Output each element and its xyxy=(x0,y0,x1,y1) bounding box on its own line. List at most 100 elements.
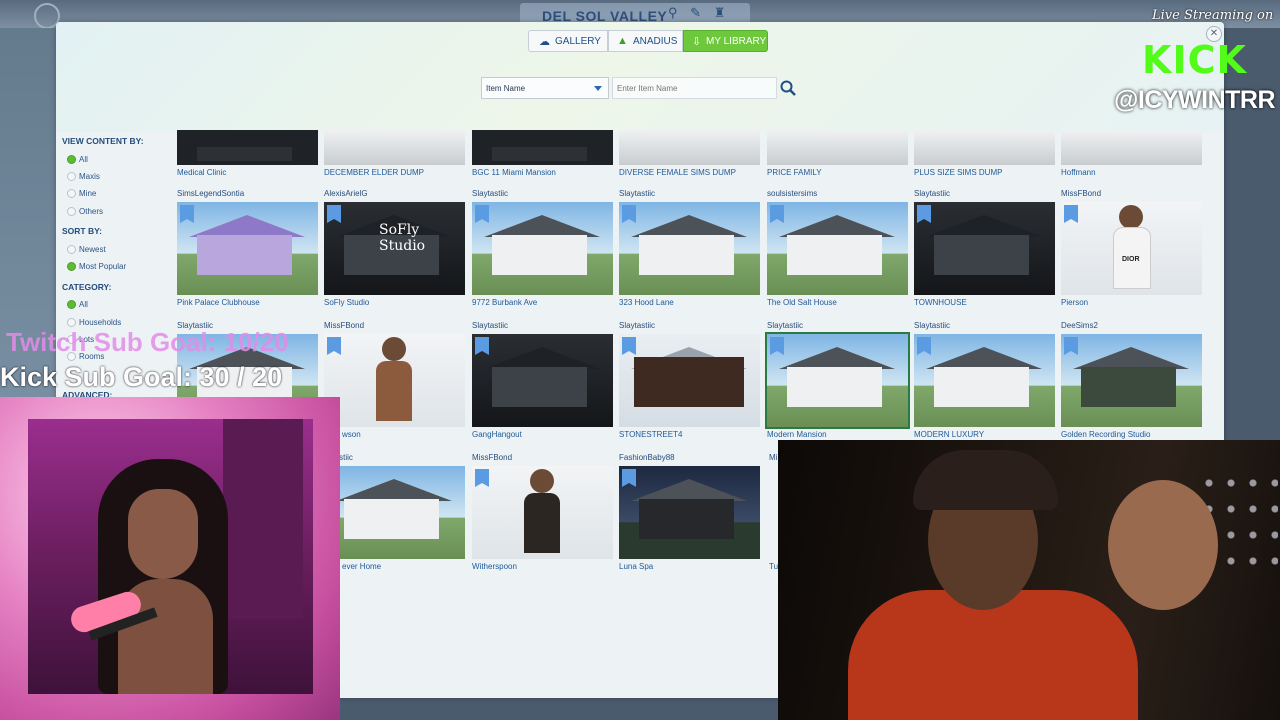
radio-selected-icon xyxy=(67,262,76,271)
item-creator: soulsistersims xyxy=(767,189,818,198)
item-thumbnail xyxy=(767,202,908,295)
search-input[interactable] xyxy=(612,77,777,99)
library-item-card[interactable]: soulsistersims The Old Salt House xyxy=(767,189,908,318)
item-creator: FashionBaby88 xyxy=(619,453,675,462)
item-creator: Slaytastiic xyxy=(914,321,951,330)
library-item-card[interactable]: Slaytastiic STONESTREET4 xyxy=(619,321,760,450)
item-thumbnail xyxy=(914,334,1055,427)
sort-by-heading: SORT BY: xyxy=(62,226,102,236)
wrench-badge-icon xyxy=(1064,337,1078,355)
kick-logo: KICK xyxy=(1142,38,1247,82)
library-item-card[interactable]: AlexisArielG SoFly Studio SoFly Studio xyxy=(324,189,465,318)
item-name-partial: ever Home xyxy=(342,562,382,571)
item-name: Witherspoon xyxy=(472,562,517,571)
library-item-card-selected[interactable]: Slaytastiic Modern Mansion xyxy=(765,321,910,450)
library-item-card[interactable]: Slaytastiic GangHangout xyxy=(472,321,613,450)
library-item-card[interactable]: FashionBaby88 Luna Spa xyxy=(619,453,760,582)
live-streaming-text: Live Streaming on xyxy=(1152,8,1274,23)
wrench-badge-icon xyxy=(475,337,489,355)
search-icon[interactable] xyxy=(779,79,797,97)
library-item-card[interactable]: MissFBond DIOR Pierson xyxy=(1061,189,1202,318)
video-overlay xyxy=(778,440,1280,720)
item-thumbnail xyxy=(1061,130,1202,165)
item-name-partial: wson xyxy=(342,430,361,439)
library-item-card[interactable]: Slaytastiic 9772 Burbank Ave xyxy=(472,189,613,318)
tab-gallery-label: GALLERY xyxy=(555,36,601,47)
world-icons: ⚲ ✎ ♜ xyxy=(668,5,734,21)
radio-icon xyxy=(67,172,76,181)
webcam-feed xyxy=(28,419,313,694)
item-name-partial: Tu xyxy=(769,562,779,571)
item-thumbnail xyxy=(472,130,613,165)
item-thumbnail xyxy=(619,130,760,165)
option-label: Most Popular xyxy=(79,262,127,271)
wrench-badge-icon xyxy=(622,205,636,223)
item-thumbnail xyxy=(619,202,760,295)
library-item-card[interactable]: Slaytastiic MODERN LUXURY xyxy=(914,321,1055,450)
item-name: SoFly Studio xyxy=(324,298,370,307)
item-name: STONESTREET4 xyxy=(619,430,683,439)
item-thumbnail: DIOR xyxy=(1061,202,1202,295)
option-label: Others xyxy=(79,207,104,216)
item-name: The Old Salt House xyxy=(767,298,837,307)
radio-icon xyxy=(67,245,76,254)
kick-sub-goal: Kick Sub Goal: 30 / 20 xyxy=(0,362,283,392)
option-label: Mine xyxy=(79,189,97,198)
wrench-badge-icon xyxy=(622,337,636,355)
chevron-down-icon xyxy=(594,86,602,91)
option-label: Newest xyxy=(79,245,106,254)
item-creator: DeeSims2 xyxy=(1061,321,1098,330)
wrench-badge-icon xyxy=(917,337,931,355)
item-name: Hoffmann xyxy=(1061,168,1096,177)
tab-anadius[interactable]: ▲ ANADIUS xyxy=(608,30,683,52)
item-name: TOWNHOUSE xyxy=(914,298,967,307)
search-filter-select[interactable]: Item Name xyxy=(481,77,609,99)
item-thumbnail xyxy=(765,332,910,429)
item-thumbnail xyxy=(914,202,1055,295)
item-creator: SimsLegendSontia xyxy=(177,189,245,198)
library-item-card[interactable]: Slaytastiic 323 Hood Lane xyxy=(619,189,760,318)
search-filter-value: Item Name xyxy=(486,84,526,93)
tab-my-library[interactable]: ⇩ MY LIBRARY xyxy=(683,30,768,52)
library-item-card[interactable]: SimsLegendSontia Pink Palace Clubhouse xyxy=(177,189,318,318)
wrench-badge-icon xyxy=(770,205,784,223)
item-name: DIVERSE FEMALE SIMS DUMP xyxy=(619,168,736,177)
item-creator: Slaytastiic xyxy=(767,321,804,330)
item-thumbnail xyxy=(1061,334,1202,427)
item-thumbnail xyxy=(324,130,465,165)
option-label: All xyxy=(79,300,88,309)
panel-header: ☁ GALLERY ▲ ANADIUS ⇩ MY LIBRARY ✕ Item … xyxy=(56,22,1224,132)
location-pin-icon[interactable]: ⚲ xyxy=(668,5,678,20)
item-creator: MissFBond xyxy=(324,321,365,330)
tab-gallery[interactable]: ☁ GALLERY xyxy=(528,30,608,52)
wrench-badge-icon xyxy=(475,205,489,223)
webcam-overlay xyxy=(0,397,340,720)
item-name: MODERN LUXURY xyxy=(914,430,985,439)
item-thumbnail: SoFly Studio xyxy=(324,202,465,295)
category-heading: CATEGORY: xyxy=(62,282,112,292)
item-thumbnail xyxy=(619,466,760,559)
library-item-card[interactable]: Slaytastiic TOWNHOUSE xyxy=(914,189,1055,318)
item-name: Medical Clinic xyxy=(177,168,227,177)
item-creator: Slaytastiic xyxy=(472,321,509,330)
radio-selected-icon xyxy=(67,300,76,309)
option-label: Maxis xyxy=(79,172,100,181)
brush-icon[interactable]: ✎ xyxy=(690,5,701,20)
household-icon[interactable]: ♜ xyxy=(714,5,726,20)
kick-logo-overlay: Live Streaming on KICK @ICYWINTRR xyxy=(1112,6,1280,124)
wrench-badge-icon xyxy=(770,337,784,355)
library-item-card[interactable]: MissFBond Witherspoon xyxy=(472,453,613,582)
radio-selected-icon xyxy=(67,155,76,164)
studio-sign: SoFly Studio xyxy=(379,222,426,254)
item-creator: Slaytastiic xyxy=(619,189,656,198)
sweater-print: DIOR xyxy=(1122,256,1140,263)
tab-anadius-label: ANADIUS xyxy=(633,36,678,47)
library-item-card[interactable]: DeeSims2 Golden Recording Studio xyxy=(1061,321,1202,450)
item-creator: Slaytastiic xyxy=(472,189,509,198)
item-thumbnail xyxy=(177,202,318,295)
item-name: Golden Recording Studio xyxy=(1061,430,1151,439)
download-icon: ⇩ xyxy=(692,36,702,48)
wrench-badge-icon xyxy=(475,469,489,487)
item-name: DECEMBER ELDER DUMP xyxy=(324,168,425,177)
item-name: Luna Spa xyxy=(619,562,654,571)
